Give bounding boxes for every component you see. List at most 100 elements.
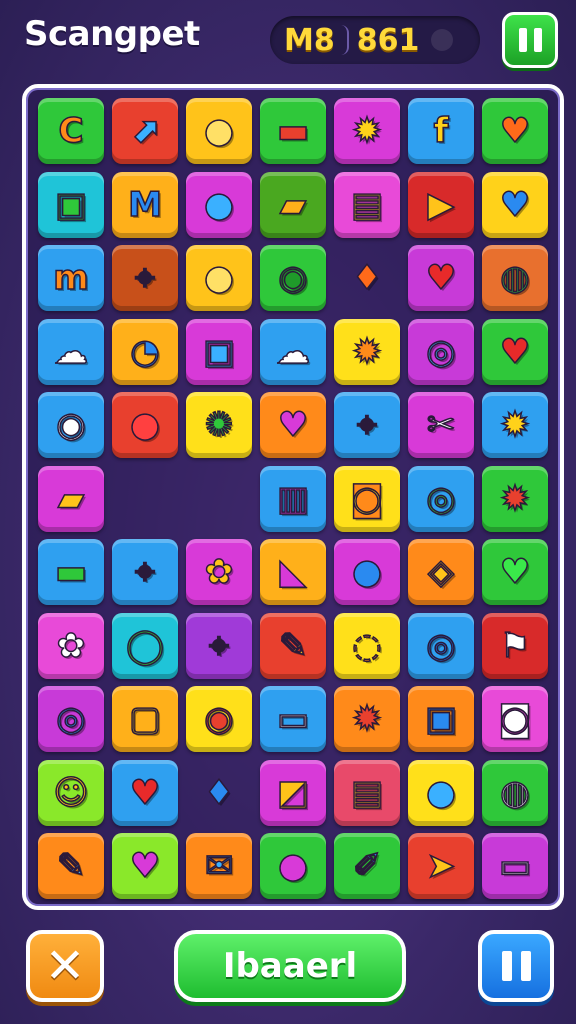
tile-r1-c4[interactable]: ▤ xyxy=(334,171,400,238)
tile-r5-c3[interactable]: ▥ xyxy=(260,465,326,532)
chat-bubble-icon: ◎ xyxy=(425,331,456,372)
location-pin-icon: ⌖ xyxy=(135,552,156,592)
tile-r1-c2[interactable]: ● xyxy=(186,171,252,238)
close-icon: ✕ xyxy=(44,938,86,994)
tile-r0-c3[interactable]: ▬ xyxy=(260,98,326,164)
wrench-icon: ✂ xyxy=(426,405,456,445)
tile-r7-c0[interactable]: ✿ xyxy=(38,612,104,679)
tile-r3-c4[interactable]: ✹ xyxy=(334,318,400,385)
monitor-icon: ▭ xyxy=(498,846,532,886)
speech-bubble-icon: ◉ xyxy=(55,405,86,445)
tile-r8-c0[interactable]: ◎ xyxy=(38,686,104,752)
tile-r4-c2[interactable]: ✺ xyxy=(186,392,252,458)
tile-r6-c4[interactable]: ● xyxy=(334,539,400,605)
chat-bubble-icon: ◍ xyxy=(499,772,530,813)
tile-r2-c1[interactable]: ⌖ xyxy=(112,245,178,311)
tile-r8-c2[interactable]: ◉ xyxy=(186,686,252,752)
tile-r5-c0[interactable]: ▰ xyxy=(38,465,104,532)
target-icon: ◉ xyxy=(203,699,234,739)
ticket-icon: ▰ xyxy=(57,478,85,519)
tile-r0-c4[interactable]: ✹ xyxy=(334,98,400,164)
tile-r4-c0[interactable]: ◉ xyxy=(38,392,104,458)
bag-icon: ▣ xyxy=(424,699,458,739)
pause-button-bottom[interactable] xyxy=(478,930,554,1002)
tile-r7-c5[interactable]: ◎ xyxy=(408,612,474,679)
tile-r4-c5[interactable]: ✂ xyxy=(408,392,474,458)
tile-r10-c3[interactable]: ● xyxy=(260,833,326,899)
tile-r2-c4[interactable]: ♦ xyxy=(334,245,400,311)
tile-r4-c3[interactable]: ♥ xyxy=(260,392,326,458)
tile-r6-c2[interactable]: ✿ xyxy=(186,539,252,605)
tile-r0-c0[interactable]: C xyxy=(38,98,104,164)
briefcase-icon: ▭ xyxy=(276,699,310,739)
tile-r8-c6[interactable]: ◙ xyxy=(482,686,548,752)
tile-r10-c5[interactable]: ➤ xyxy=(408,833,474,899)
tile-r7-c6[interactable]: ⚑ xyxy=(482,612,548,679)
tile-r2-c3[interactable]: ◉ xyxy=(260,245,326,311)
tile-r7-c4[interactable]: ◌ xyxy=(334,612,400,679)
tile-r10-c0[interactable]: ✎ xyxy=(38,833,104,899)
tile-r3-c2[interactable]: ▣ xyxy=(186,318,252,385)
tile-r5-c4[interactable]: ◙ xyxy=(334,465,400,532)
tile-r0-c2[interactable]: ● xyxy=(186,98,252,164)
tile-r8-c1[interactable]: ▢ xyxy=(112,686,178,752)
tile-r7-c3[interactable]: ✎ xyxy=(260,612,326,679)
tile-r10-c6[interactable]: ▭ xyxy=(482,833,548,899)
tile-r4-c1[interactable]: ● xyxy=(112,392,178,458)
tile-r2-c2[interactable]: ● xyxy=(186,245,252,311)
close-button[interactable]: ✕ xyxy=(26,930,104,1002)
tile-r6-c1[interactable]: ⌖ xyxy=(112,539,178,605)
tile-r1-c5[interactable]: ▶ xyxy=(408,171,474,238)
tile-r7-c1[interactable]: ◯ xyxy=(112,612,178,679)
letter-c-icon: C xyxy=(58,111,84,151)
tile-r0-c5[interactable]: f xyxy=(408,98,474,164)
tile-r9-c5[interactable]: ● xyxy=(408,759,474,826)
tile-r9-c0[interactable]: ☺ xyxy=(38,759,104,826)
briefcase-icon: ▣ xyxy=(54,184,88,225)
tile-r9-c6[interactable]: ◍ xyxy=(482,759,548,826)
speech-bubble-icon: ● xyxy=(425,772,456,813)
tile-r3-c0[interactable]: ☁ xyxy=(38,318,104,385)
tile-r0-c6[interactable]: ♥ xyxy=(482,98,548,164)
tile-r2-c6[interactable]: ◍ xyxy=(482,245,548,311)
tile-r1-c0[interactable]: ▣ xyxy=(38,171,104,238)
tile-r6-c3[interactable]: ◣ xyxy=(260,539,326,605)
tile-r1-c3[interactable]: ▰ xyxy=(260,171,326,238)
search-icon: ◎ xyxy=(55,699,86,739)
location-pin-icon: ⌖ xyxy=(135,258,156,298)
tile-r4-c6[interactable]: ✹ xyxy=(482,392,548,458)
tile-r2-c0[interactable]: m xyxy=(38,245,104,311)
tile-r3-c3[interactable]: ☁ xyxy=(260,318,326,385)
tile-r9-c2[interactable]: ♦ xyxy=(186,760,252,826)
tile-r1-c1[interactable]: M xyxy=(112,171,178,238)
tile-r2-c5[interactable]: ♥ xyxy=(408,245,474,311)
tile-r10-c2[interactable]: ✉ xyxy=(186,833,252,899)
main-action-button[interactable]: Ibaaerl xyxy=(174,930,406,1002)
tile-r10-c1[interactable]: ♥ xyxy=(112,833,178,899)
tile-r9-c4[interactable]: ▤ xyxy=(334,759,400,826)
tile-r3-c5[interactable]: ◎ xyxy=(408,318,474,385)
tile-r0-c1[interactable]: ⬈ xyxy=(112,98,178,164)
tile-r9-c1[interactable]: ♥ xyxy=(112,759,178,826)
tile-r4-c4[interactable]: ⌖ xyxy=(334,392,400,458)
basket-icon: ▬ xyxy=(54,552,88,592)
tile-r8-c3[interactable]: ▭ xyxy=(260,686,326,752)
tile-r3-c1[interactable]: ◔ xyxy=(112,318,178,385)
tile-r5-c6[interactable]: ✹ xyxy=(482,465,548,532)
tile-r6-c6[interactable]: ♥ xyxy=(482,539,548,605)
tile-r8-c5[interactable]: ▣ xyxy=(408,686,474,752)
tile-r8-c4[interactable]: ✹ xyxy=(334,686,400,752)
tile-r6-c0[interactable]: ▬ xyxy=(38,539,104,605)
tile-r1-c6[interactable]: ♥ xyxy=(482,171,548,238)
tile-r9-c3[interactable]: ◩ xyxy=(260,759,326,826)
heart-icon: ♥ xyxy=(499,331,531,372)
tile-r10-c4[interactable]: ✐ xyxy=(334,833,400,899)
smiley-icon: ☺ xyxy=(53,772,90,813)
tile-r6-c5[interactable]: ◈ xyxy=(408,539,474,605)
score-value: 861 xyxy=(356,22,420,58)
tile-r5-c5[interactable]: ◎ xyxy=(408,465,474,532)
heart-icon: ♥ xyxy=(129,772,161,813)
tile-r3-c6[interactable]: ♥ xyxy=(482,318,548,385)
pause-button-top[interactable] xyxy=(502,12,558,68)
tile-r7-c2[interactable]: ⌖ xyxy=(186,612,252,679)
